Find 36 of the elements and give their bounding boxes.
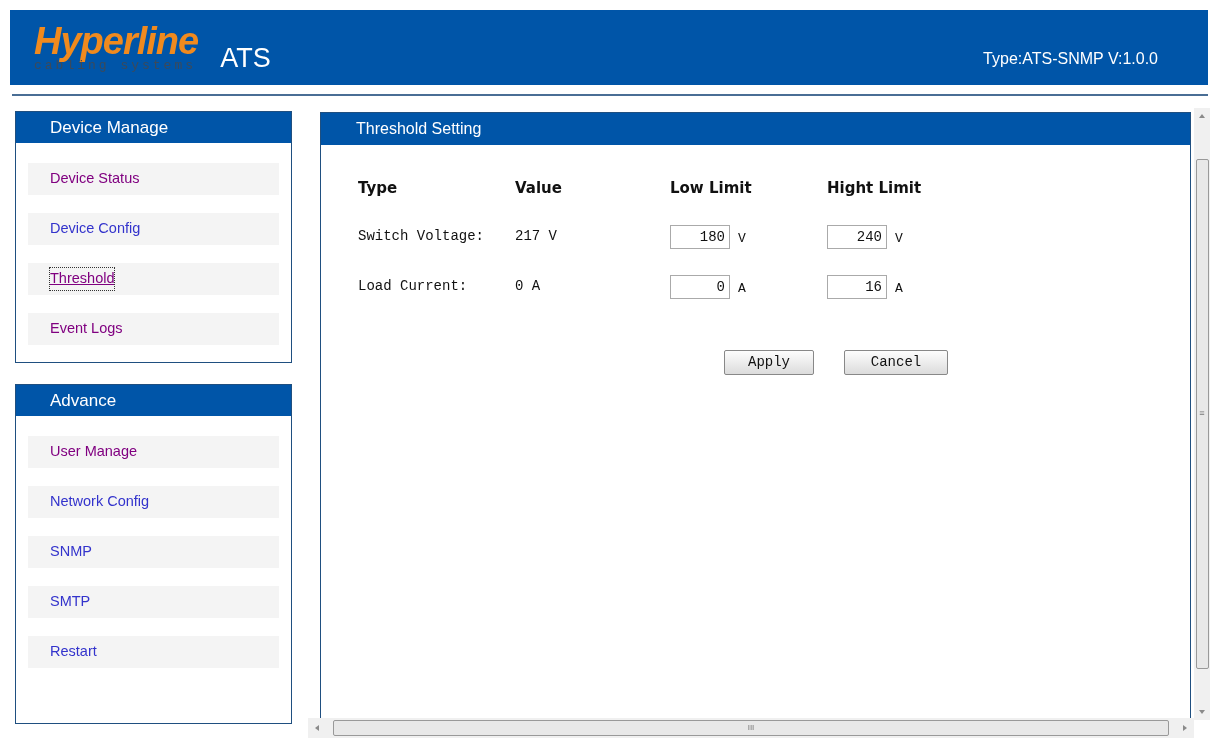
logo-tagline: cabling systems [34,59,197,73]
unit-label: V [895,230,903,248]
reading-value: 217 V [515,227,558,246]
scroll-down-icon[interactable] [1198,708,1206,716]
apply-button[interactable]: Apply [724,349,814,375]
menu-link[interactable]: Event Logs [50,318,123,340]
version-label: Type:ATS-SNMP V:1.0.0 [983,49,1158,69]
product-title: ATS [220,43,271,73]
cancel-button[interactable]: Cancel [844,349,948,375]
menu-link[interactable]: SNMP [50,541,92,563]
column-header: Type [358,178,399,199]
unit-label: V [738,230,746,248]
unit-label: A [895,280,903,298]
low-limit-field[interactable]: 180 [670,224,730,249]
reading-value: 0 A [515,277,542,296]
unit-label: A [738,280,746,298]
column-header: Low Limit [670,178,753,199]
menu-panel-title: Device Manage [16,112,291,143]
high-limit-field[interactable]: 240 [827,224,887,249]
scrollbar-thumb[interactable]: III [333,720,1169,736]
column-header: Value [515,178,563,199]
menu-link[interactable]: Threshold [50,268,115,290]
panel-title: Threshold Setting [321,113,1190,145]
scroll-left-icon[interactable] [313,724,321,732]
horizontal-scrollbar[interactable]: III [308,718,1194,738]
scroll-up-icon[interactable] [1198,112,1206,120]
high-limit-field[interactable]: 16 [827,274,887,299]
menu-panel-title: Advance [16,385,291,416]
menu-link[interactable]: Restart [50,641,97,663]
column-header: Hight Limit [827,178,923,199]
vertical-scrollbar[interactable]: ≡ [1194,108,1210,720]
row-label: Load Current: [358,277,469,296]
scrollbar-thumb[interactable]: ≡ [1195,159,1209,669]
row-label: Switch Voltage: [358,227,486,246]
menu-link[interactable]: SMTP [50,591,91,613]
low-limit-field[interactable]: 0 [670,274,730,299]
